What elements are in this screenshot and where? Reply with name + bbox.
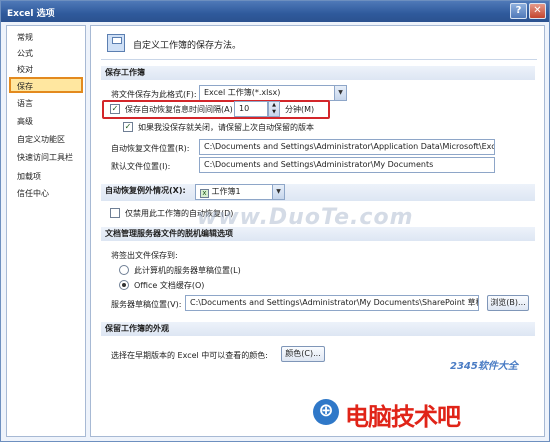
colors-label: 选择在早期版本的 Excel 中可以查看的颜色: [111, 351, 268, 360]
radio-server-drafts[interactable] [119, 265, 129, 275]
radio-office-cache[interactable] [119, 280, 129, 290]
save-format-value: Excel 工作簿(*.xlsx) [204, 88, 281, 97]
help-button[interactable]: ? [510, 3, 527, 19]
chevron-down-icon: ▼ [334, 86, 346, 100]
keep-last-version-checkbox[interactable]: ✓ [123, 122, 133, 132]
autorecover-location-input[interactable]: C:\Documents and Settings\Administrator\… [199, 139, 495, 155]
close-button[interactable]: ✕ [529, 3, 546, 19]
colors-button[interactable]: 颜色(C)... [281, 346, 325, 362]
nav-item-general[interactable]: 常规 [11, 30, 83, 46]
keep-last-version-label: 如果我没保存就关闭，请保留上次自动保留的版本 [138, 123, 314, 132]
title-bar: Excel 选项 ? ✕ [1, 1, 549, 22]
browse-button[interactable]: 浏览(B)... [487, 295, 529, 311]
server-drafts-location-label: 服务器草稿位置(V): [111, 300, 182, 309]
header-divider [101, 59, 537, 60]
nav-item-advanced[interactable]: 高级 [11, 114, 83, 130]
radio-server-drafts-label: 此计算机的服务器草稿位置(L) [134, 266, 241, 275]
nav-item-quick-access-toolbar[interactable]: 快速访问工具栏 [11, 150, 83, 166]
watermark-duote: www.DuoTe.com [197, 205, 414, 230]
section-preserve-appearance: 保留工作簿的外观 [101, 322, 535, 336]
default-location-label: 默认文件位置(I): [111, 162, 171, 171]
exceptions-label: 自动恢复例外情况(X): [105, 186, 186, 195]
window-title: Excel 选项 [7, 9, 55, 19]
exceptions-workbook-value: 工作簿1 [211, 187, 241, 196]
minutes-unit-label: 分钟(M) [285, 105, 315, 114]
watermark-2345: 2345软件大全 [450, 361, 518, 372]
options-nav: 常规 公式 校对 保存 语言 高级 自定义功能区 快速访问工具栏 加载项 信任中… [6, 25, 86, 437]
computer-logo-icon: ⊕ [313, 399, 339, 425]
nav-item-formulas[interactable]: 公式 [11, 46, 83, 62]
floppy-disk-icon [107, 34, 125, 52]
autorecover-label: 保存自动恢复信息时间间隔(A) [125, 105, 233, 114]
nav-item-proofing[interactable]: 校对 [11, 62, 83, 78]
save-checked-out-label: 将签出文件保存到: [111, 251, 178, 260]
panel-header-text: 自定义工作簿的保存方法。 [133, 41, 242, 51]
save-format-select[interactable]: Excel 工作簿(*.xlsx) ▼ [199, 85, 347, 101]
autorecover-location-label: 自动恢复文件位置(R): [111, 144, 190, 153]
excel-workbook-icon: x [200, 189, 209, 198]
nav-item-customize-ribbon[interactable]: 自定义功能区 [11, 132, 83, 148]
chevron-down-icon: ▼ [272, 185, 284, 199]
section-save-workbooks: 保存工作簿 [101, 66, 535, 80]
watermark-logo-text: 电脑技术吧 [345, 403, 461, 431]
nav-item-save[interactable]: 保存 [9, 77, 83, 93]
section-autorecover-exceptions: 自动恢复例外情况(X): [101, 184, 535, 201]
default-location-input[interactable]: C:\Documents and Settings\Administrator\… [199, 157, 495, 173]
disable-autorecover-checkbox[interactable] [110, 208, 120, 218]
radio-office-cache-label: Office 文档缓存(O) [134, 281, 205, 290]
server-drafts-location-input[interactable]: C:\Documents and Settings\Administrator\… [185, 295, 479, 311]
excel-options-dialog: Excel 选项 ? ✕ 常规 公式 校对 保存 语言 高级 自定义功能区 快速… [0, 0, 550, 442]
autorecover-checkbox[interactable]: ✓ [110, 104, 120, 114]
save-format-label: 将文件保存为此格式(F): [111, 90, 197, 99]
exceptions-workbook-select[interactable]: x 工作簿1 ▼ [195, 184, 285, 200]
nav-item-language[interactable]: 语言 [11, 96, 83, 112]
autorecover-minutes-input[interactable]: 10 [234, 101, 268, 117]
nav-item-trust-center[interactable]: 信任中心 [11, 186, 83, 202]
nav-item-add-ins[interactable]: 加载项 [11, 169, 83, 185]
save-options-panel: 自定义工作簿的保存方法。 保存工作簿 将文件保存为此格式(F): Excel 工… [90, 25, 545, 437]
minutes-spinner[interactable]: ▲ ▼ [268, 101, 280, 117]
